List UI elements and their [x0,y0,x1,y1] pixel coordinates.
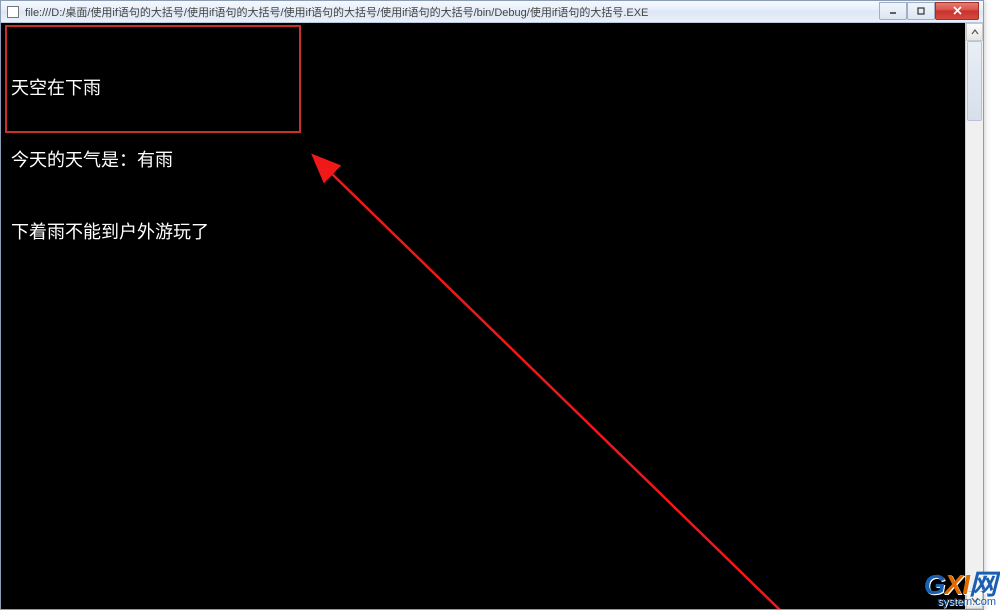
scroll-down-button[interactable] [966,591,983,609]
chevron-down-icon [971,596,979,604]
console-line: 天空在下雨 [11,77,209,101]
scroll-up-button[interactable] [966,23,983,41]
console-line: 今天的天气是：有雨 [11,149,209,173]
app-window: file:///D:/桌面/使用if语句的大括号/使用if语句的大括号/使用if… [0,0,984,610]
minimize-button[interactable] [879,2,907,20]
console-output: 天空在下雨 今天的天气是：有雨 下着雨不能到户外游玩了 [11,29,209,293]
client-area: 天空在下雨 今天的天气是：有雨 下着雨不能到户外游玩了 [1,23,983,609]
app-icon [7,6,19,18]
vertical-scrollbar[interactable] [965,23,983,609]
minimize-icon [888,6,898,16]
scroll-track[interactable] [966,41,983,591]
close-button[interactable] [935,2,979,20]
maximize-icon [916,6,926,16]
window-title: file:///D:/桌面/使用if语句的大括号/使用if语句的大括号/使用if… [25,4,879,20]
scroll-thumb[interactable] [967,41,982,121]
console-viewport[interactable]: 天空在下雨 今天的天气是：有雨 下着雨不能到户外游玩了 [1,23,965,609]
window-controls [879,2,979,20]
chevron-up-icon [971,28,979,36]
close-icon [952,5,963,16]
console-line: 下着雨不能到户外游玩了 [11,221,209,245]
titlebar[interactable]: file:///D:/桌面/使用if语句的大括号/使用if语句的大括号/使用if… [1,1,983,23]
maximize-button[interactable] [907,2,935,20]
